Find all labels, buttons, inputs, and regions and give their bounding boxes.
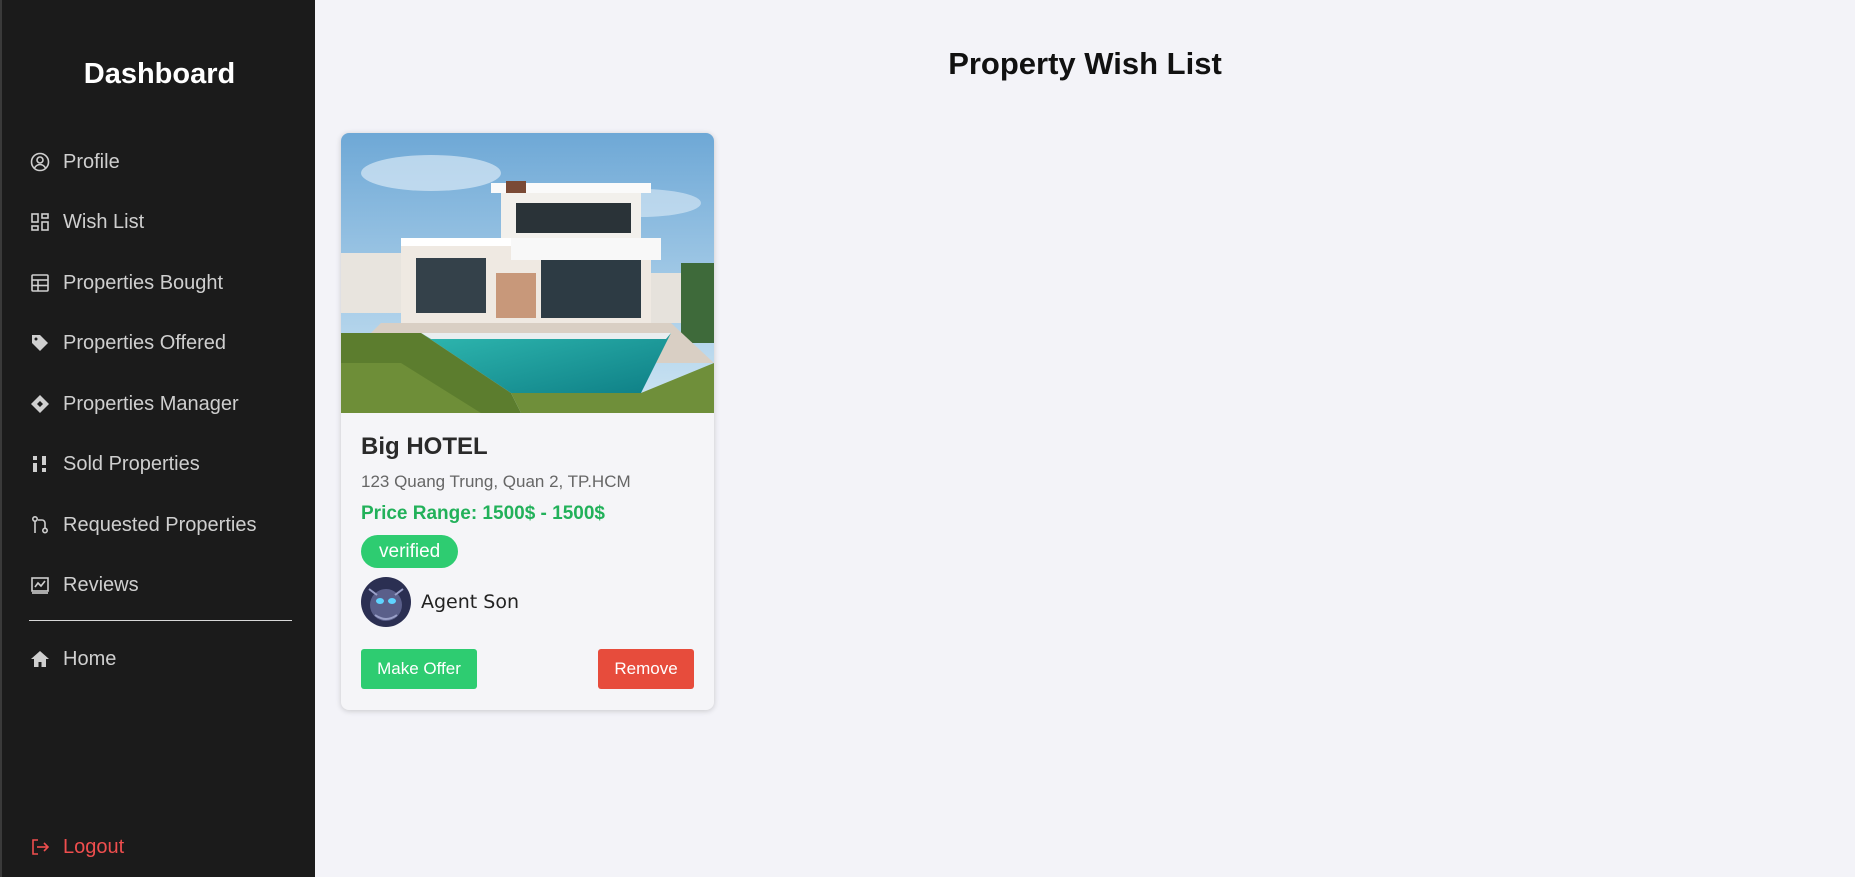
sidebar-item-label: Home <box>63 647 117 670</box>
user-circle-icon <box>29 151 51 173</box>
sidebar-item-requested-properties[interactable]: Requested Properties <box>29 510 256 540</box>
home-icon <box>29 648 51 670</box>
sidebar-item-profile[interactable]: Profile <box>29 147 120 177</box>
sidebar-item-home[interactable]: Home <box>29 644 116 674</box>
sidebar-item-label: Sold Properties <box>63 452 200 475</box>
make-offer-button[interactable]: Make Offer <box>361 649 477 689</box>
git-pull-icon <box>29 514 51 536</box>
dashboard-grid-icon <box>29 211 51 233</box>
property-card: Big HOTEL 123 Quang Trung, Quan 2, TP.HC… <box>341 133 714 710</box>
sidebar-item-label: Profile <box>63 150 120 173</box>
agent-info: Agent Son <box>361 577 519 627</box>
sidebar-item-properties-offered[interactable]: Properties Offered <box>29 328 226 358</box>
sidebar-item-reviews[interactable]: Reviews <box>29 570 139 600</box>
diamond-icon <box>29 393 51 415</box>
sidebar-item-label: Requested Properties <box>63 513 257 536</box>
logout-icon <box>29 836 51 858</box>
property-price: Price Range: 1500$ - 1500$ <box>361 503 605 524</box>
status-badge: verified <box>361 535 459 568</box>
property-image <box>341 133 714 413</box>
chart-board-icon <box>29 574 51 596</box>
agent-name: Agent Son <box>421 591 520 613</box>
property-title: Big HOTEL <box>361 433 488 460</box>
sidebar-item-label: Properties Bought <box>63 271 224 294</box>
logout-button[interactable]: Logout <box>29 832 124 862</box>
remove-button[interactable]: Remove <box>598 649 694 689</box>
sidebar-item-wish-list[interactable]: Wish List <box>29 207 144 237</box>
sidebar-item-properties-bought[interactable]: Properties Bought <box>29 268 223 298</box>
sidebar-item-label: Properties Offered <box>63 331 227 354</box>
tag-icon <box>29 332 51 354</box>
sidebar-item-properties-manager[interactable]: Properties Manager <box>29 389 239 419</box>
sidebar-divider <box>29 620 292 621</box>
table-icon <box>29 272 51 294</box>
page-title: Property Wish List <box>948 46 1222 81</box>
sidebar-title: Dashboard <box>83 58 236 90</box>
sidebar-item-label: Reviews <box>63 573 139 596</box>
sidebar-item-label: Wish List <box>63 210 145 233</box>
sidebar-item-sold-properties[interactable]: Sold Properties <box>29 449 200 479</box>
avatar <box>361 577 411 627</box>
sidebar-item-label: Properties Manager <box>63 392 239 415</box>
logout-label: Logout <box>63 835 125 858</box>
sidebar: Dashboard Profile Wish List Properties B… <box>0 0 315 877</box>
property-address: 123 Quang Trung, Quan 2, TP.HCM <box>361 472 631 491</box>
sort-icon <box>29 453 51 475</box>
